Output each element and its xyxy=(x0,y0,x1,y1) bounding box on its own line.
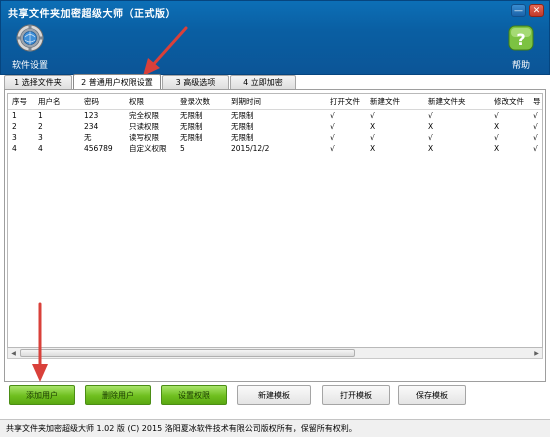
table-cell: 无限制 xyxy=(231,132,254,142)
table-cell: 456789 xyxy=(84,143,113,153)
table-cell: 2015/12/2 xyxy=(231,143,270,153)
table-cell: 3 xyxy=(12,132,17,142)
table-row[interactable]: 2 2 234 只读权限 无限制 无限制 √ X X X √ xyxy=(8,121,542,132)
table-row[interactable]: 3 3 无 读写权限 无限制 无限制 √ √ √ √ √ xyxy=(8,132,542,143)
table-cell: √ xyxy=(533,143,538,153)
table-cell: √ xyxy=(330,143,335,153)
open-template-button[interactable]: 打开模板 xyxy=(322,385,390,405)
column-header[interactable]: 用户名 xyxy=(34,94,80,110)
table-cell: 自定义权限 xyxy=(129,143,167,153)
column-header[interactable]: 新建文件夹 xyxy=(424,94,490,110)
copyright-text: 共享文件夹加密超级大师 1.02 版 (C) 2015 洛阳夏冰软件技术有限公司… xyxy=(6,424,357,433)
table-cell: X xyxy=(494,121,500,131)
table-cell: √ xyxy=(533,110,538,120)
help-tool-button[interactable]: ? 帮助 xyxy=(501,23,541,71)
title-bar: 共享文件夹加密超级大师（正式版） — ✕ 软件设置 ? 帮助 xyxy=(0,0,550,75)
new-template-button[interactable]: 新建模板 xyxy=(237,385,311,405)
column-header[interactable]: 打开文件 xyxy=(326,94,366,110)
table-cell: √ xyxy=(330,121,335,131)
table-row[interactable]: 1 1 123 完全权限 无限制 无限制 √ √ √ √ √ xyxy=(8,109,542,121)
table-cell: X xyxy=(370,143,376,153)
delete-user-button[interactable]: 删除用户 xyxy=(85,385,151,405)
settings-tool-button[interactable]: 软件设置 xyxy=(9,23,51,71)
minimize-button[interactable]: — xyxy=(511,4,526,17)
table-cell: X xyxy=(494,143,500,153)
table-cell: 234 xyxy=(84,121,99,131)
table-cell: 完全权限 xyxy=(129,110,159,120)
table-cell: 无 xyxy=(84,132,92,142)
table-cell: √ xyxy=(428,132,433,142)
table-cell: 1 xyxy=(38,110,43,120)
scroll-right-icon[interactable]: ▶ xyxy=(531,348,542,358)
help-label: 帮助 xyxy=(511,61,530,71)
table-cell: 读写权限 xyxy=(129,132,159,142)
table-cell: X xyxy=(370,121,376,131)
horizontal-scrollbar[interactable]: ◀ ▶ xyxy=(7,348,543,359)
table-cell: X xyxy=(428,143,434,153)
status-bar: 共享文件夹加密超级大师 1.02 版 (C) 2015 洛阳夏冰软件技术有限公司… xyxy=(0,419,550,437)
table-cell: 无限制 xyxy=(180,110,203,120)
table-cell: √ xyxy=(494,132,499,142)
window-title: 共享文件夹加密超级大师（正式版） xyxy=(8,9,176,20)
save-template-button[interactable]: 保存模板 xyxy=(398,385,466,405)
column-header[interactable]: 序号 xyxy=(8,94,34,110)
tab-user-permissions[interactable]: 2 普通用户权限设置 xyxy=(73,74,161,89)
table-cell: 3 xyxy=(38,132,43,142)
column-header[interactable]: 新建文件 xyxy=(366,94,424,110)
column-header[interactable]: 密码 xyxy=(80,94,125,110)
table-cell: 4 xyxy=(38,143,43,153)
add-user-button[interactable]: 添加用户 xyxy=(9,385,75,405)
user-table[interactable]: 序号 用户名 密码 权限 登录次数 到期时间 打开文件 新建文件 新建文件夹 修… xyxy=(7,93,543,348)
settings-label: 软件设置 xyxy=(11,61,48,71)
table-cell: 无限制 xyxy=(180,132,203,142)
table-cell: X xyxy=(428,121,434,131)
set-permission-button[interactable]: 设置权限 xyxy=(161,385,227,405)
table-cell: 只读权限 xyxy=(129,121,159,131)
table-cell: √ xyxy=(494,110,499,120)
close-button[interactable]: ✕ xyxy=(529,4,544,17)
table-cell: √ xyxy=(533,121,538,131)
column-header[interactable]: 导 xyxy=(529,94,542,110)
table-row[interactable]: 4 4 456789 自定义权限 5 2015/12/2 √ X X X √ xyxy=(8,143,542,154)
table-cell: √ xyxy=(428,110,433,120)
table-cell: 2 xyxy=(38,121,43,131)
table-cell: 5 xyxy=(180,143,185,153)
table-cell: 2 xyxy=(12,121,17,131)
tab-bar: 1 选择文件夹 2 普通用户权限设置 3 高级选项 4 立即加密 xyxy=(4,74,546,89)
tab-encrypt-now[interactable]: 4 立即加密 xyxy=(230,75,296,89)
table-cell: 无限制 xyxy=(231,121,254,131)
gear-globe-icon xyxy=(16,24,44,52)
svg-text:?: ? xyxy=(516,30,525,49)
table-cell: √ xyxy=(533,132,538,142)
table-header-row: 序号 用户名 密码 权限 登录次数 到期时间 打开文件 新建文件 新建文件夹 修… xyxy=(8,94,542,110)
help-question-icon: ? xyxy=(508,25,534,51)
column-header[interactable]: 修改文件 xyxy=(490,94,529,110)
table-cell: 无限制 xyxy=(231,110,254,120)
table-cell: √ xyxy=(330,132,335,142)
column-header[interactable]: 到期时间 xyxy=(227,94,326,110)
table-cell: √ xyxy=(330,110,335,120)
table-cell: √ xyxy=(370,110,375,120)
table-cell: 123 xyxy=(84,110,99,120)
table-cell: 4 xyxy=(12,143,17,153)
tab-advanced-options[interactable]: 3 高级选项 xyxy=(162,75,229,89)
tab-select-folder[interactable]: 1 选择文件夹 xyxy=(4,75,72,89)
scrollbar-thumb[interactable] xyxy=(20,349,355,357)
column-header[interactable]: 登录次数 xyxy=(176,94,227,110)
permissions-panel: 序号 用户名 密码 权限 登录次数 到期时间 打开文件 新建文件 新建文件夹 修… xyxy=(4,89,546,382)
column-header[interactable]: 权限 xyxy=(125,94,176,110)
table-cell: 无限制 xyxy=(180,121,203,131)
table-cell: 1 xyxy=(12,110,17,120)
table-cell: √ xyxy=(370,132,375,142)
scroll-left-icon[interactable]: ◀ xyxy=(8,348,19,358)
